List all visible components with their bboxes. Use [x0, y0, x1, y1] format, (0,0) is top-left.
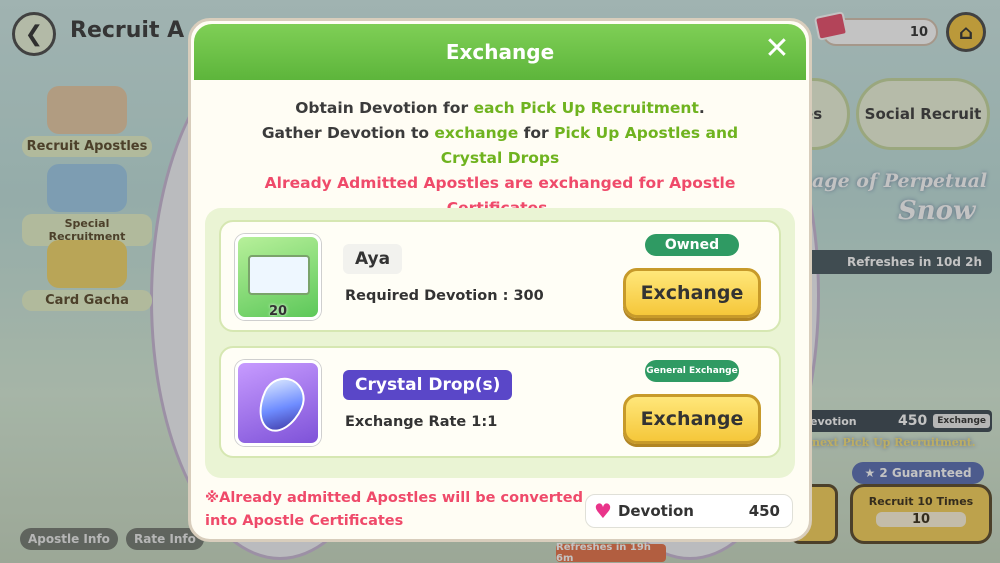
dialog-intro: Obtain Devotion for each Pick Up Recruit…	[191, 96, 809, 221]
item-desc: Exchange Rate 1:1	[345, 414, 498, 430]
status-badge: General Exchange	[645, 360, 739, 382]
item-name: Crystal Drop(s)	[343, 370, 513, 400]
item-count: 20	[268, 304, 288, 319]
apostle-certificate-icon: 20	[235, 234, 321, 320]
list-item: 20 Aya Required Devotion : 300 Owned Exc…	[219, 220, 781, 332]
heart-icon: ♥	[594, 499, 612, 523]
dialog-header: Exchange ✕	[194, 24, 806, 80]
status-badge: Owned	[645, 234, 739, 256]
devotion-value: 450	[748, 502, 780, 520]
crystal-drop-icon	[235, 360, 321, 446]
exchange-list: 20 Aya Required Devotion : 300 Owned Exc…	[205, 208, 795, 478]
item-desc: Required Devotion : 300	[345, 288, 544, 304]
conversion-note: ※Already admitted Apostles will be conve…	[205, 490, 583, 529]
list-item: Crystal Drop(s) Exchange Rate 1:1 Genera…	[219, 346, 781, 458]
exchange-button[interactable]: Exchange	[623, 394, 761, 444]
exchange-button[interactable]: Exchange	[623, 268, 761, 318]
exchange-dialog: Exchange ✕ Obtain Devotion for each Pick…	[188, 18, 812, 542]
dialog-title: Exchange	[445, 40, 555, 64]
close-icon[interactable]: ✕	[762, 34, 792, 64]
devotion-balance: ♥ Devotion 450	[585, 494, 793, 528]
item-name: Aya	[343, 244, 403, 274]
